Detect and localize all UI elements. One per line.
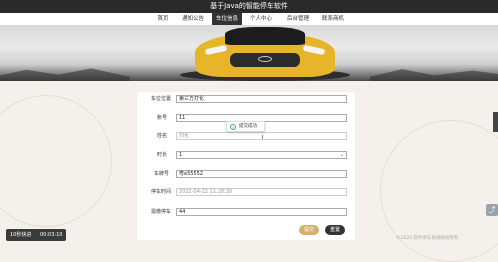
main-nav: 首页 通知公告 车位信息 个人中心 后台管理 联系商机	[0, 13, 498, 25]
duration-select[interactable]: 1 ⌄	[176, 151, 347, 159]
field-label: 车牌号	[154, 171, 170, 177]
location-field[interactable]: 第三方打化	[176, 95, 347, 103]
success-toast: ✓ 提交成功	[226, 121, 265, 132]
toast-message: 提交成功	[239, 124, 257, 129]
side-tab[interactable]	[493, 112, 498, 132]
plate-number-field[interactable]: 粤e55552	[176, 170, 347, 178]
chevron-down-icon: ⌄	[339, 152, 344, 158]
field-label: 账号	[157, 115, 168, 121]
submit-button[interactable]: 提交	[299, 225, 319, 235]
video-time: 00:03:10	[40, 232, 63, 238]
nav-item-admin[interactable]: 后台管理	[283, 13, 313, 25]
field-label: 需缴停车	[151, 209, 172, 215]
hero-banner	[0, 25, 498, 81]
field-label: 时长	[157, 152, 168, 158]
nav-item-home[interactable]: 首页	[151, 13, 175, 25]
car-logo-icon	[258, 56, 272, 62]
decor-circle	[0, 95, 112, 227]
field-label: 车位位置	[151, 96, 172, 102]
field-label: 姓名	[157, 133, 168, 139]
check-circle-icon: ✓	[230, 124, 236, 130]
mountain-left	[0, 68, 130, 81]
field-label: 停车时间	[151, 189, 172, 195]
reset-button[interactable]: 重置	[325, 225, 345, 235]
nav-item-notices[interactable]: 通知公告	[178, 13, 208, 25]
nav-item-contact[interactable]: 联系商机	[318, 13, 348, 25]
parking-time-field[interactable]: 2022-04-22 11:28:30	[176, 188, 347, 196]
video-progress-overlay[interactable]: 10秒快进 00:03:10	[6, 229, 66, 241]
car-hood	[225, 27, 305, 45]
fee-field[interactable]: 44	[176, 208, 347, 216]
top-bar: 基于Java的智能停车软件	[0, 0, 498, 13]
app-title: 基于Java的智能停车软件	[210, 2, 288, 10]
mountain-right	[370, 69, 498, 81]
text-cursor-icon: I	[262, 135, 264, 141]
nav-item-profile[interactable]: 个人中心	[246, 13, 276, 25]
nav-item-parking-info[interactable]: 车位信息	[212, 13, 242, 25]
parking-form: 车位位置 第三方打化 账号 11 姓名 烈化 时长 1 ⌄ 车牌号 粤e55552…	[137, 92, 355, 240]
fast-forward-label[interactable]: 10秒快进	[10, 229, 31, 241]
footer-copyright: ©2020 软件停车系统版权所有	[396, 236, 459, 241]
share-icon[interactable]: ⤴	[486, 204, 498, 216]
duration-select-value: 1	[179, 152, 183, 158]
